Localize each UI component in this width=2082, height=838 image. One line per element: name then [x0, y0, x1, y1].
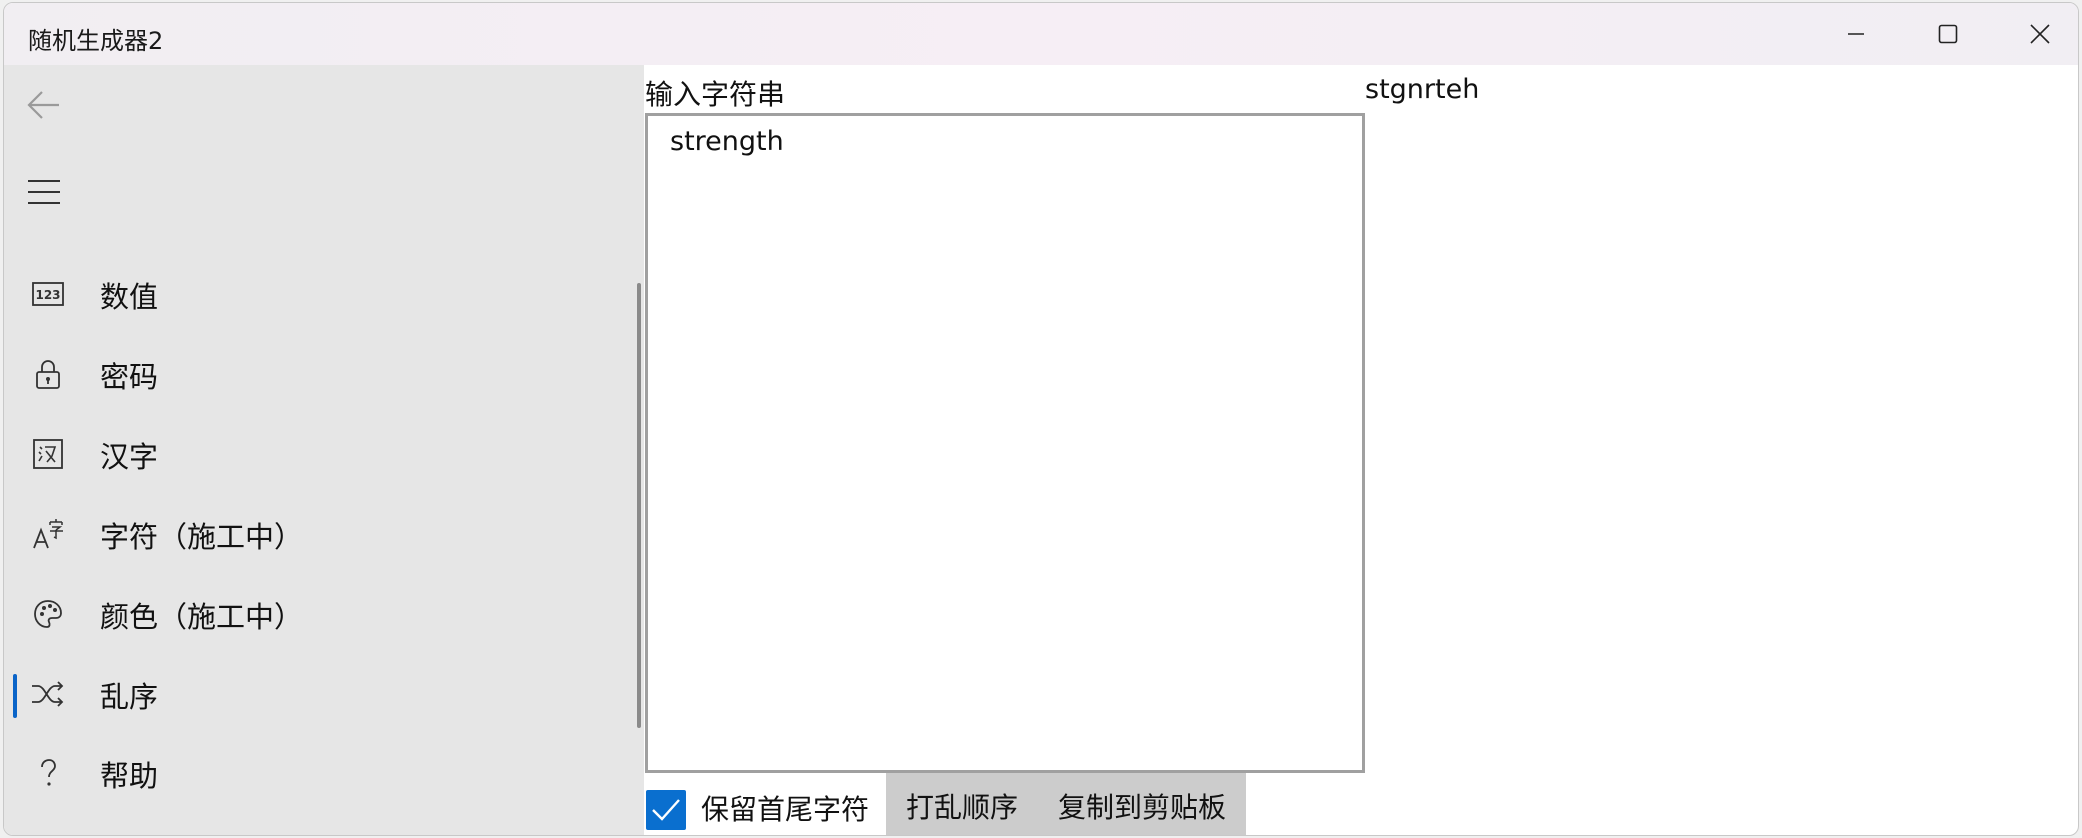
nav-scrollbar[interactable]	[637, 283, 641, 728]
string-input-value: strength	[670, 126, 784, 157]
nav-item-color[interactable]: 颜色（施工中）	[4, 574, 634, 654]
nav-item-password[interactable]: 密码	[4, 334, 634, 414]
minimize-icon	[1848, 33, 1864, 35]
minimize-button[interactable]	[1810, 3, 1902, 65]
close-button[interactable]	[1994, 3, 2078, 65]
hamburger-icon	[28, 180, 60, 204]
back-button[interactable]	[24, 85, 64, 125]
window-title: 随机生成器2	[28, 27, 164, 55]
nav-item-label: 字符（施工中）	[100, 520, 304, 554]
shuffled-output: stgnrteh	[1365, 74, 1480, 105]
close-icon	[2030, 24, 2050, 44]
shuffle-icon	[30, 676, 66, 712]
nav-item-shuffle[interactable]: 乱序	[4, 654, 634, 734]
nav-item-label: 帮助	[100, 759, 159, 793]
checkbox-box[interactable]	[646, 790, 686, 830]
nav-item-label: 密码	[100, 360, 159, 394]
selection-indicator	[13, 674, 17, 718]
keep-ends-checkbox[interactable]: 保留首尾字符	[645, 773, 886, 835]
back-arrow-icon	[27, 91, 59, 119]
nav-item-label: 数值	[100, 280, 159, 314]
nav-item-character[interactable]: 字符（施工中）	[4, 494, 634, 574]
copy-to-clipboard-button[interactable]: 复制到剪贴板	[1038, 773, 1246, 835]
navigation-pane: 123 数值 密码 汉字 字符（施工中） 颜色（施工中） 乱序 帮助	[4, 65, 644, 835]
svg-text:123: 123	[35, 288, 60, 302]
app-window: 随机生成器2 123 数值 密码 汉字 字符（施工中） 颜色（施工中） 乱序 帮…	[3, 2, 2079, 836]
shuffle-button[interactable]: 打乱顺序	[886, 773, 1038, 835]
nav-item-label: 汉字	[100, 440, 159, 474]
character-icon	[30, 516, 66, 552]
nav-item-label: 乱序	[100, 680, 159, 714]
nav-item-help[interactable]: 帮助	[4, 733, 634, 813]
number-123-icon: 123	[30, 276, 66, 312]
lock-icon	[30, 356, 66, 392]
nav-item-label: 颜色（施工中）	[100, 600, 304, 634]
input-label: 输入字符串	[645, 78, 786, 111]
checkmark-icon	[652, 799, 680, 821]
nav-item-hanzi[interactable]: 汉字	[4, 414, 634, 494]
maximize-button[interactable]	[1902, 3, 1994, 65]
string-input[interactable]: strength	[645, 113, 1365, 773]
palette-icon	[30, 596, 66, 632]
hanzi-icon	[30, 436, 66, 472]
menu-toggle-button[interactable]	[24, 172, 64, 212]
keep-ends-label: 保留首尾字符	[701, 793, 870, 826]
title-bar: 随机生成器2	[4, 3, 2078, 65]
help-icon	[30, 755, 66, 791]
maximize-icon	[1938, 24, 1958, 44]
nav-item-number[interactable]: 123 数值	[4, 254, 634, 334]
